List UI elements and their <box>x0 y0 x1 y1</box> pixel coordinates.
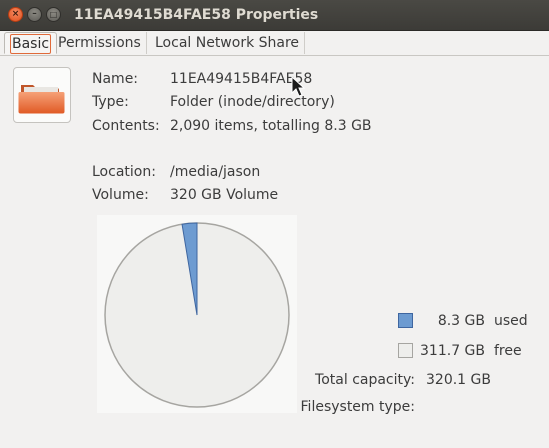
tab-bar: Basic Permissions Local Network Share <box>0 30 549 56</box>
contents-value: 2,090 items, totalling 8.3 GB <box>170 118 372 134</box>
maximize-icon: □ <box>49 9 58 19</box>
minimize-icon: – <box>32 9 37 19</box>
folder-icon <box>13 67 71 123</box>
window-title: 11EA49415B4FAE58 Properties <box>74 7 319 23</box>
location-value[interactable]: /media/jason <box>170 164 260 180</box>
tab-basic-label: Basic <box>10 34 52 54</box>
type-value: Folder (inode/directory) <box>170 94 335 110</box>
free-value: 311.7 GB <box>420 343 485 359</box>
volume-label: Volume: <box>92 187 149 203</box>
total-capacity-label: Total capacity: <box>315 372 415 388</box>
tab-permissions[interactable]: Permissions <box>53 32 147 54</box>
filesystem-type-label: Filesystem type: <box>300 399 415 415</box>
minimize-button[interactable]: – <box>27 7 42 22</box>
location-label: Location: <box>92 164 156 180</box>
total-capacity-value: 320.1 GB <box>426 372 491 388</box>
used-label: used <box>494 313 528 329</box>
properties-window: × – □ 11EA49415B4FAE58 Properties Basic … <box>0 0 549 448</box>
usage-pie-svg <box>104 222 290 408</box>
type-label: Type: <box>92 94 129 110</box>
folder-icon-graphic <box>18 85 65 114</box>
contents-label: Contents: <box>92 118 160 134</box>
tab-local-network-share-label: Local Network Share <box>155 35 300 51</box>
mouse-cursor-icon <box>291 76 305 97</box>
free-label: free <box>494 343 522 359</box>
close-button[interactable]: × <box>8 7 23 22</box>
usage-pie-chart <box>97 215 297 413</box>
tab-local-network-share[interactable]: Local Network Share <box>150 32 306 54</box>
close-icon: × <box>11 9 20 19</box>
free-swatch <box>398 343 413 358</box>
tab-basic[interactable]: Basic <box>4 32 58 54</box>
used-swatch <box>398 313 413 328</box>
maximize-button[interactable]: □ <box>46 7 61 22</box>
name-label: Name: <box>92 71 139 87</box>
tab-permissions-label: Permissions <box>58 35 141 51</box>
used-value: 8.3 GB <box>437 313 485 329</box>
volume-value: 320 GB Volume <box>170 187 279 203</box>
title-bar: × – □ 11EA49415B4FAE58 Properties <box>0 0 549 31</box>
